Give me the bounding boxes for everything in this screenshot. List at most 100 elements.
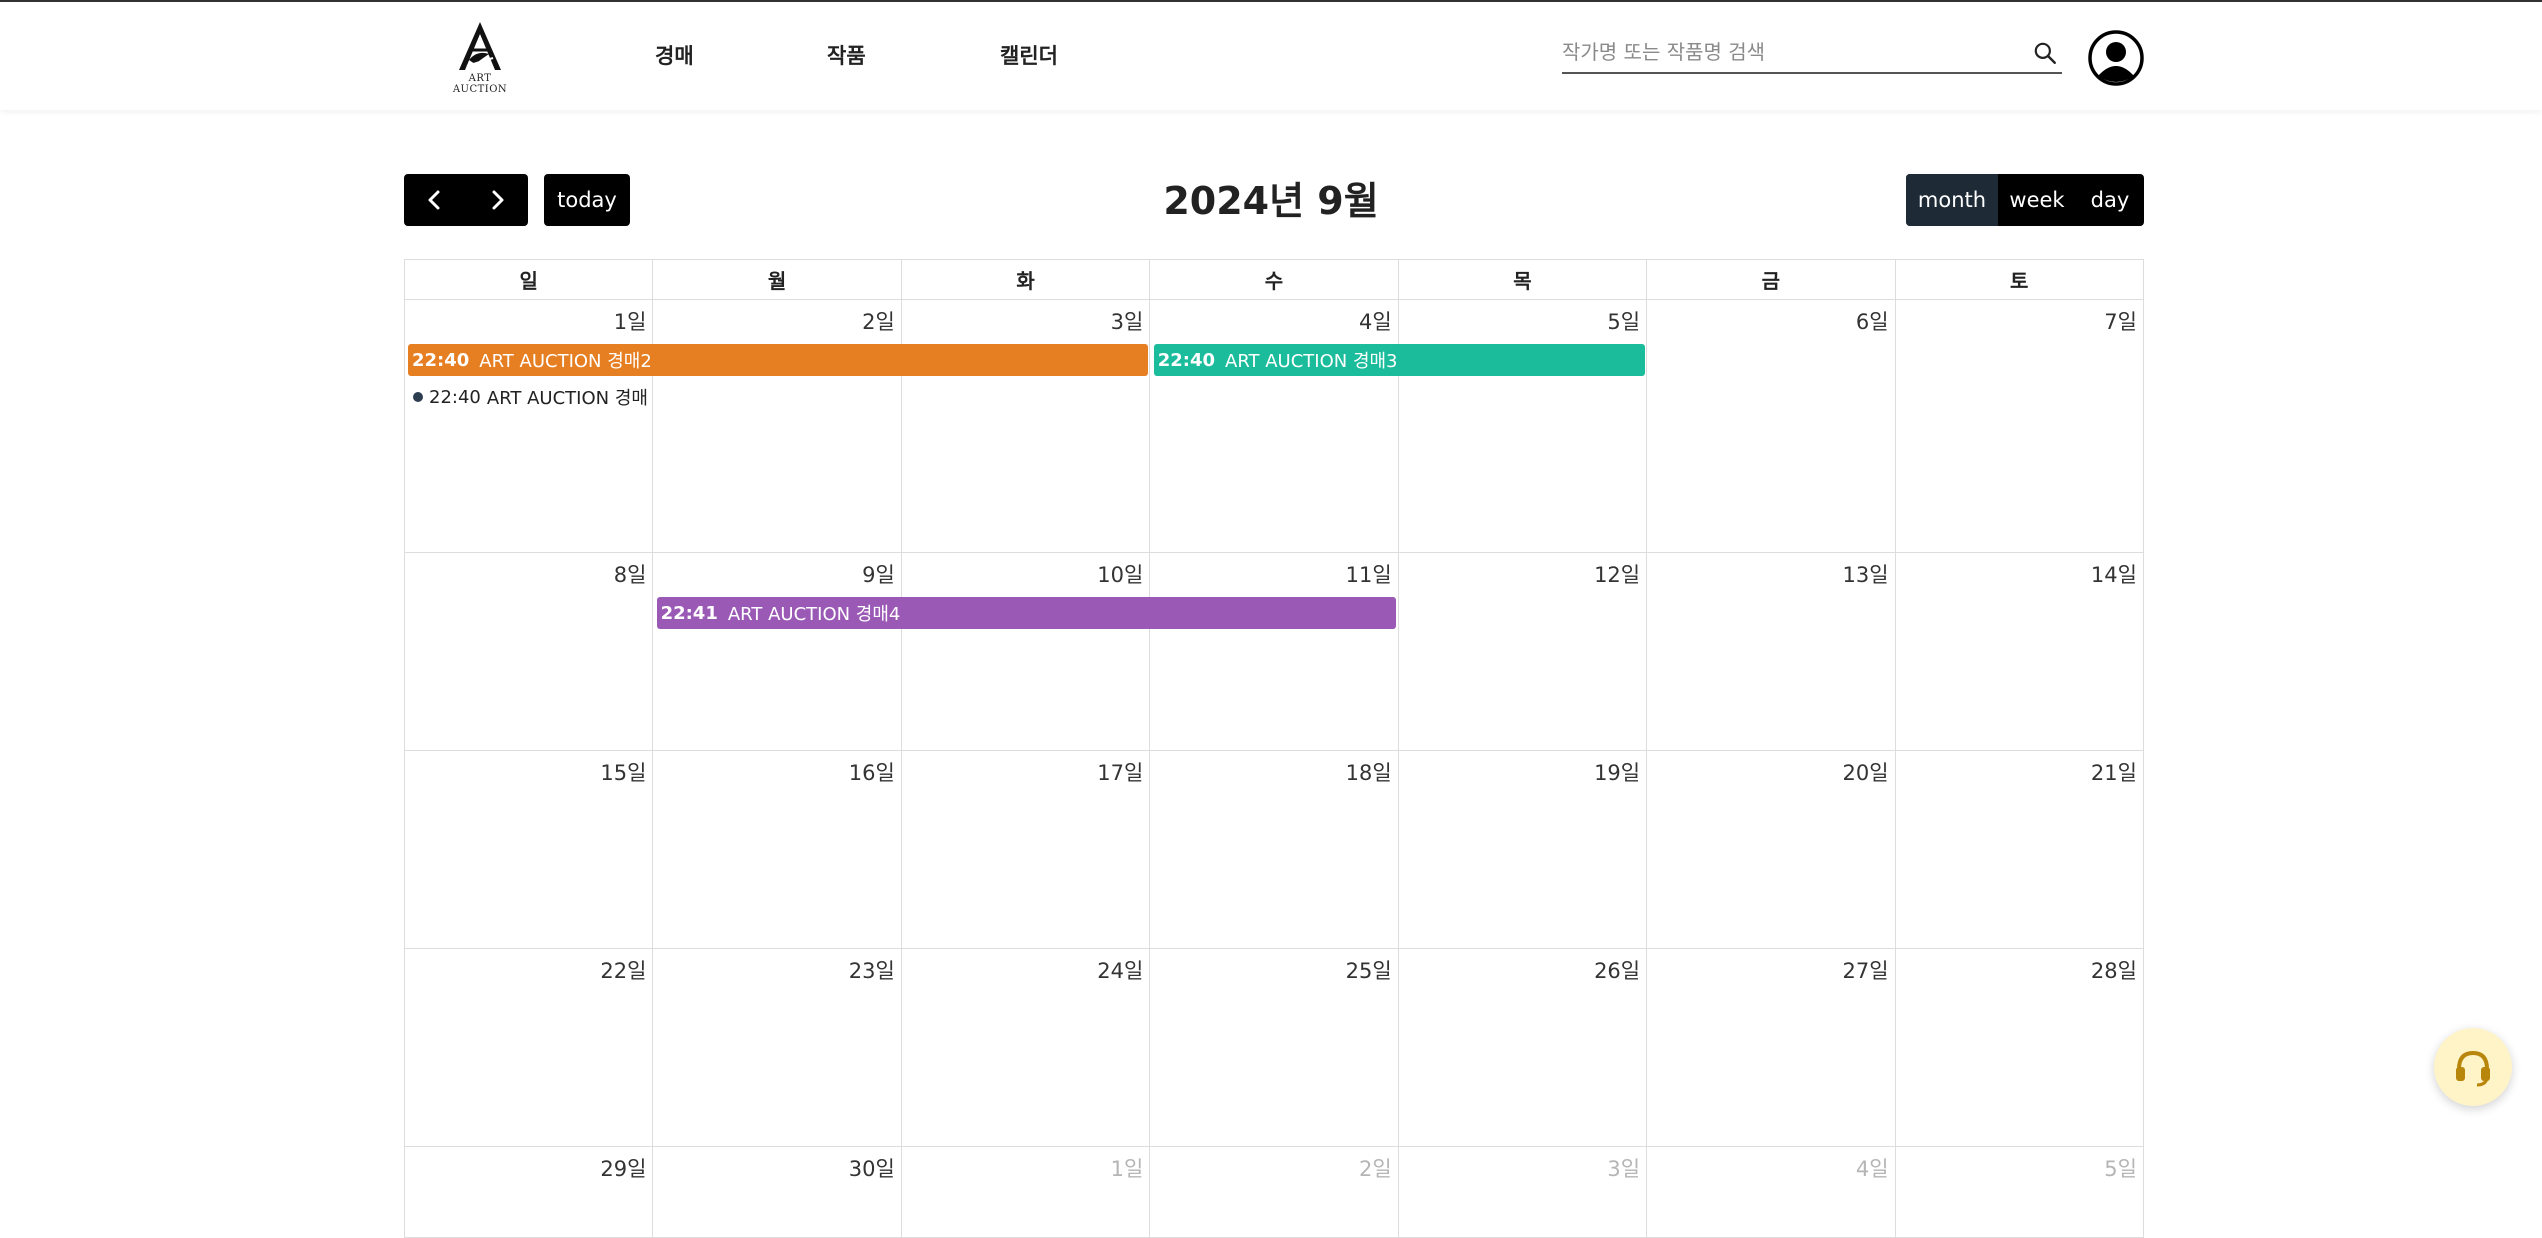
calendar-day-cell[interactable]: 3일 <box>900 300 1149 552</box>
calendar-day-cell[interactable]: 5일 <box>1397 300 1646 552</box>
day-number[interactable]: 22일 <box>600 955 646 985</box>
calendar-day-cell[interactable]: 7일 <box>1894 300 2143 552</box>
next-month-button[interactable] <box>466 174 528 226</box>
calendar-day-cell[interactable]: 17일 <box>900 751 1149 948</box>
event-time: 22:41 <box>660 602 718 624</box>
view-month-button[interactable]: month <box>1906 174 1998 226</box>
day-number[interactable]: 25일 <box>1346 955 1392 985</box>
search-icon[interactable] <box>2032 40 2058 66</box>
calendar-day-cell[interactable]: 4일 <box>1149 300 1397 552</box>
calendar-day-cell[interactable]: 18일 <box>1149 751 1397 948</box>
calendar-day-cell[interactable]: 6일 <box>1646 300 1894 552</box>
calendar-event[interactable]: 22:41 ART AUCTION 경매4 <box>656 597 1397 629</box>
day-number[interactable]: 28일 <box>2091 955 2137 985</box>
site-logo[interactable]: ART AUCTION <box>440 20 520 95</box>
day-number[interactable]: 23일 <box>849 955 895 985</box>
day-number[interactable]: 4일 <box>1359 306 1392 336</box>
day-number[interactable]: 9일 <box>862 559 895 589</box>
calendar-day-cell[interactable]: 20일 <box>1646 751 1894 948</box>
customer-support-button[interactable] <box>2434 1028 2512 1106</box>
calendar-day-cell[interactable]: 9일 <box>652 553 900 750</box>
logo-mark-icon <box>459 22 501 70</box>
calendar-event[interactable]: 22:40 ART AUCTION 경매3 <box>1153 344 1645 376</box>
day-number[interactable]: 5일 <box>2104 1153 2137 1183</box>
calendar-day-cell[interactable]: 14일 <box>1894 553 2143 750</box>
day-number[interactable]: 18일 <box>1346 757 1392 787</box>
calendar-day-other-month[interactable]: 3일 <box>1397 1147 1646 1237</box>
calendar-day-other-month[interactable]: 5일 <box>1894 1147 2143 1237</box>
prev-next-group <box>404 174 528 226</box>
calendar-day-cell[interactable]: 21일 <box>1894 751 2143 948</box>
calendar-day-cell[interactable]: 1일 <box>405 300 652 552</box>
day-number[interactable]: 29일 <box>600 1153 646 1183</box>
event-title: ART AUCTION 경매 <box>486 388 648 409</box>
day-number[interactable]: 20일 <box>1842 757 1888 787</box>
calendar-event[interactable]: 22:40 ART AUCTION 경매 <box>413 384 648 410</box>
day-number[interactable]: 2일 <box>862 306 895 336</box>
calendar-day-cell[interactable]: 24일 <box>900 949 1149 1146</box>
day-number[interactable]: 12일 <box>1594 559 1640 589</box>
calendar-event[interactable]: 22:40 ART AUCTION 경매2 <box>408 344 1148 376</box>
user-avatar-icon[interactable] <box>2088 30 2144 86</box>
day-number[interactable]: 3일 <box>1111 306 1144 336</box>
day-number[interactable]: 14일 <box>2091 559 2137 589</box>
day-number[interactable]: 1일 <box>1111 1153 1144 1183</box>
day-number[interactable]: 6일 <box>1856 306 1889 336</box>
calendar-day-cell[interactable]: 12일 <box>1397 553 1646 750</box>
calendar-day-other-month[interactable]: 2일 <box>1149 1147 1397 1237</box>
calendar-day-cell[interactable]: 2일 <box>652 300 900 552</box>
day-number[interactable]: 26일 <box>1594 955 1640 985</box>
weekday-label: 금 <box>1646 260 1894 299</box>
day-number[interactable]: 24일 <box>1097 955 1143 985</box>
chevron-right-icon <box>492 190 504 210</box>
day-number[interactable]: 11일 <box>1346 559 1392 589</box>
weekday-label: 화 <box>900 260 1149 299</box>
today-button[interactable]: today <box>544 174 630 226</box>
day-number[interactable]: 21일 <box>2091 757 2137 787</box>
search-bar <box>1562 34 2062 74</box>
day-number[interactable]: 19일 <box>1594 757 1640 787</box>
day-number[interactable]: 1일 <box>614 306 647 336</box>
nav-artworks[interactable]: 작품 <box>827 40 866 70</box>
calendar-day-cell[interactable]: 11일 <box>1149 553 1397 750</box>
day-number[interactable]: 17일 <box>1097 757 1143 787</box>
day-number[interactable]: 10일 <box>1097 559 1143 589</box>
day-number[interactable]: 5일 <box>1607 306 1640 336</box>
day-number[interactable]: 15일 <box>600 757 646 787</box>
day-number[interactable]: 16일 <box>849 757 895 787</box>
calendar-day-cell[interactable]: 30일 <box>652 1147 900 1237</box>
calendar-day-cell[interactable]: 26일 <box>1397 949 1646 1146</box>
day-number[interactable]: 7일 <box>2104 306 2137 336</box>
calendar-day-cell[interactable]: 16일 <box>652 751 900 948</box>
calendar-day-other-month[interactable]: 4일 <box>1646 1147 1894 1237</box>
day-number[interactable]: 30일 <box>849 1153 895 1183</box>
search-input[interactable] <box>1562 34 2012 70</box>
calendar-week-row: 8일 9일 10일 11일 12일 13일 14일 22:41 ART AUCTION 경매4 <box>405 553 2143 751</box>
prev-month-button[interactable] <box>404 174 466 226</box>
event-time: 22:40 <box>429 386 481 408</box>
nav-calendar[interactable]: 캘린더 <box>1000 40 1058 70</box>
calendar-day-cell[interactable]: 27일 <box>1646 949 1894 1146</box>
nav-auction[interactable]: 경매 <box>655 40 694 70</box>
calendar-day-other-month[interactable]: 1일 <box>900 1147 1149 1237</box>
calendar-day-cell[interactable]: 25일 <box>1149 949 1397 1146</box>
calendar-day-cell[interactable]: 19일 <box>1397 751 1646 948</box>
day-number[interactable]: 2일 <box>1359 1153 1392 1183</box>
calendar-day-cell[interactable]: 8일 <box>405 553 652 750</box>
calendar-day-cell[interactable]: 23일 <box>652 949 900 1146</box>
calendar-day-cell[interactable]: 28일 <box>1894 949 2143 1146</box>
day-number[interactable]: 27일 <box>1842 955 1888 985</box>
calendar-day-cell[interactable]: 13일 <box>1646 553 1894 750</box>
calendar-day-cell[interactable]: 15일 <box>405 751 652 948</box>
day-number[interactable]: 4일 <box>1856 1153 1889 1183</box>
calendar-day-cell[interactable]: 29일 <box>405 1147 652 1237</box>
day-number[interactable]: 13일 <box>1842 559 1888 589</box>
day-number[interactable]: 8일 <box>614 559 647 589</box>
calendar-day-cell[interactable]: 10일 <box>900 553 1149 750</box>
event-title: ART AUCTION 경매4 <box>727 604 901 625</box>
calendar-day-cell[interactable]: 22일 <box>405 949 652 1146</box>
view-week-button[interactable]: week <box>1998 174 2076 226</box>
headset-icon <box>2456 1050 2490 1087</box>
view-day-button[interactable]: day <box>2076 174 2144 226</box>
day-number[interactable]: 3일 <box>1607 1153 1640 1183</box>
